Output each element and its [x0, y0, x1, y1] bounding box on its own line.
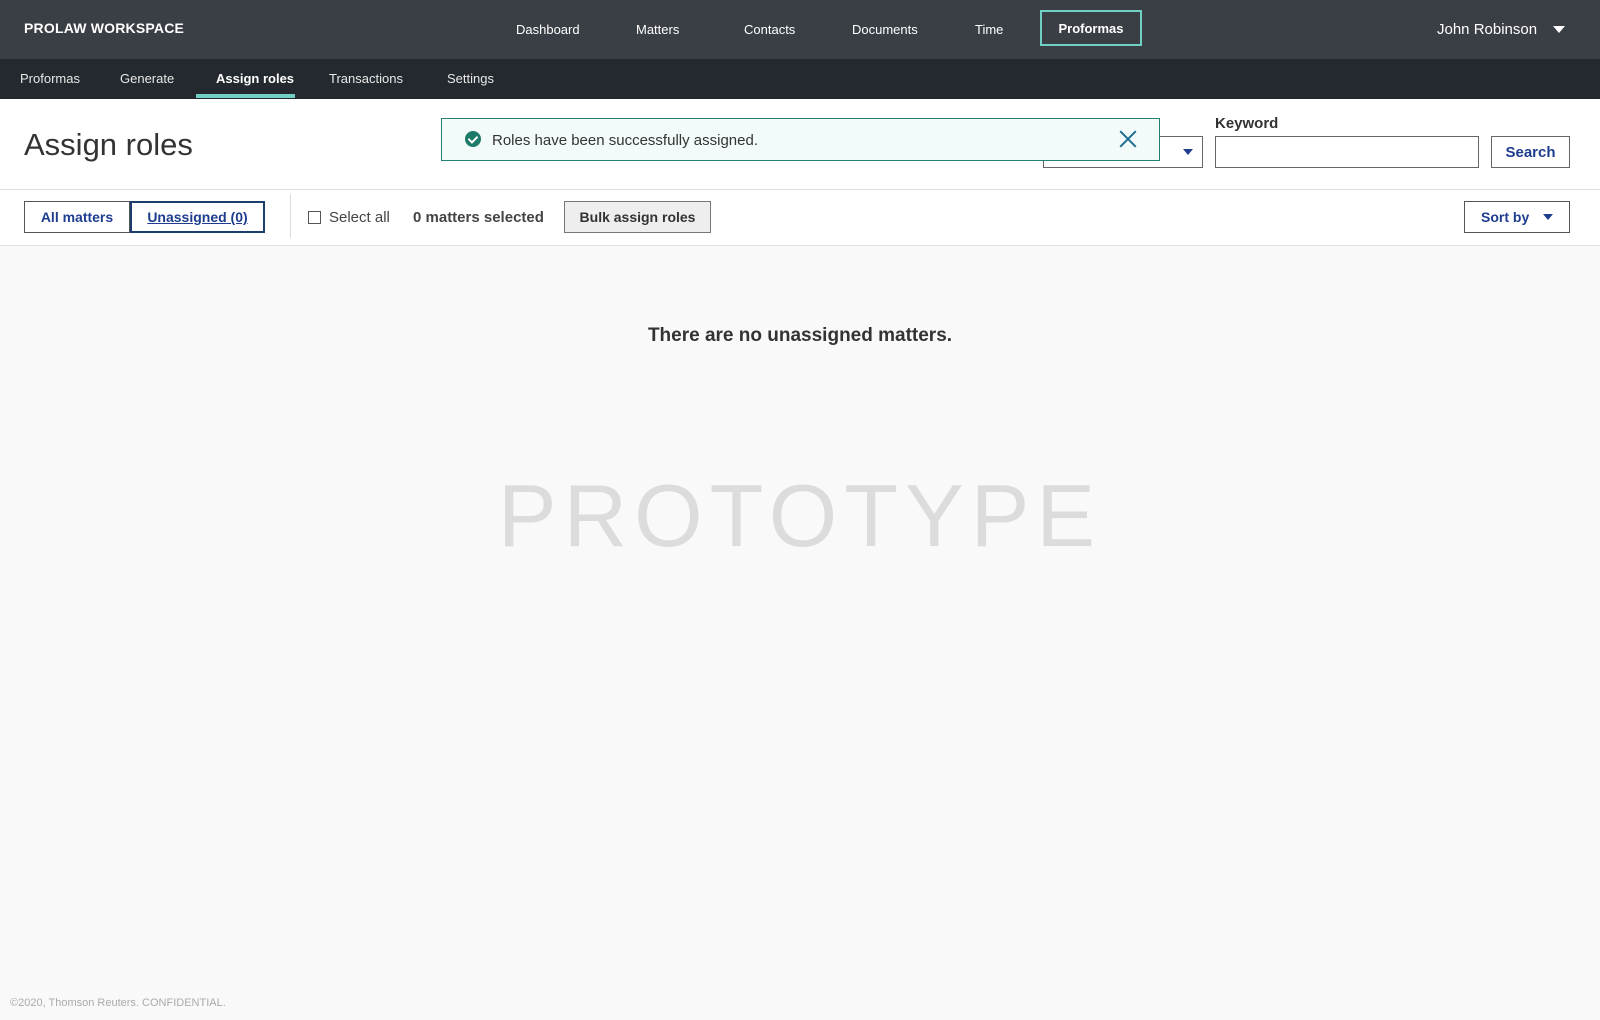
chevron-down-icon: [1183, 149, 1193, 155]
select-all-checkbox[interactable]: [308, 211, 321, 224]
nav-contacts[interactable]: Contacts: [744, 22, 795, 37]
keyword-input[interactable]: [1215, 136, 1479, 168]
select-all-label[interactable]: Select all: [329, 209, 390, 226]
subnav-generate[interactable]: Generate: [120, 71, 174, 86]
tab-all-matters-label[interactable]: All matters: [24, 207, 130, 227]
subnav-assign-roles[interactable]: Assign roles: [216, 71, 294, 86]
success-toast: Roles have been successfully assigned.: [441, 118, 1160, 161]
nav-dashboard[interactable]: Dashboard: [516, 22, 580, 37]
sort-by-button[interactable]: Sort by: [1464, 201, 1570, 233]
subnav-settings[interactable]: Settings: [447, 71, 494, 86]
chevron-down-icon: [1543, 214, 1553, 220]
sub-nav: Proformas Generate Assign roles Transact…: [0, 59, 1600, 99]
nav-time[interactable]: Time: [975, 22, 1003, 37]
keyword-label: Keyword: [1215, 115, 1279, 132]
top-bar: PROLAW WORKSPACE Dashboard Matters Conta…: [0, 0, 1600, 59]
user-menu[interactable]: John Robinson: [1437, 21, 1537, 38]
active-tab-indicator: [196, 94, 295, 98]
subnav-transactions[interactable]: Transactions: [329, 71, 403, 86]
brand-logo[interactable]: PROLAW WORKSPACE: [24, 20, 184, 36]
check-circle-icon: [465, 131, 481, 147]
bulk-assign-roles-button[interactable]: Bulk assign roles: [564, 201, 711, 233]
tab-unassigned[interactable]: Unassigned (0): [130, 201, 265, 233]
close-icon[interactable]: [1118, 129, 1138, 149]
empty-state-message: There are no unassigned matters.: [647, 325, 953, 346]
page-title: Assign roles: [24, 127, 193, 162]
subnav-proformas[interactable]: Proformas: [20, 71, 80, 86]
nav-proformas[interactable]: Proformas: [1040, 10, 1142, 46]
page-header: Assign roles Roles have been successfull…: [0, 99, 1600, 190]
search-button[interactable]: Search: [1491, 136, 1570, 168]
toast-message: Roles have been successfully assigned.: [492, 132, 758, 149]
toolbar: All matters Unassigned (0) Select all 0 …: [0, 190, 1600, 246]
footer-copyright: ©2020, Thomson Reuters. CONFIDENTIAL.: [10, 997, 226, 1009]
prototype-watermark: PROTOTYPE: [497, 466, 1103, 565]
sort-by-label: Sort by: [1481, 209, 1530, 225]
selected-count: 0 matters selected: [413, 209, 544, 226]
chevron-down-icon[interactable]: [1553, 26, 1565, 33]
nav-matters[interactable]: Matters: [636, 22, 679, 37]
divider: [290, 194, 291, 238]
nav-documents[interactable]: Documents: [852, 22, 918, 37]
